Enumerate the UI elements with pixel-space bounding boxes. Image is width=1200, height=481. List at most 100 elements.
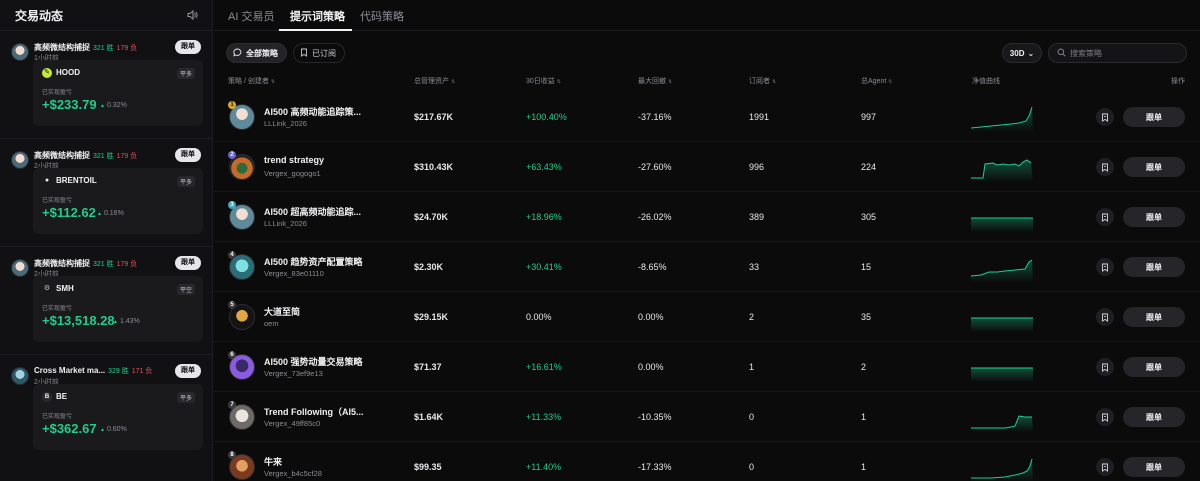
bookmark-button[interactable] xyxy=(1096,258,1114,276)
search-icon xyxy=(1057,48,1066,59)
subscribers-cell: 2 xyxy=(749,312,755,322)
pnl-value: +$362.67 xyxy=(42,421,97,436)
drawdown-cell: 0.00% xyxy=(638,362,664,372)
table-row[interactable]: 2 trend strategy Vergex_gogogo1 $310.43K +63… xyxy=(214,142,1200,192)
follow-button[interactable]: 跟单 xyxy=(1123,157,1185,177)
creator-name: LLLink_2026 xyxy=(264,219,307,228)
column-header-nav-curve: 净值曲线 xyxy=(972,78,1000,85)
period-select[interactable]: 30D ⌄ xyxy=(1002,43,1042,63)
speaker-icon[interactable] xyxy=(186,9,198,21)
bookmark-icon xyxy=(1102,463,1108,472)
return-cell: +16.61% xyxy=(526,362,562,372)
bookmark-button[interactable] xyxy=(1096,108,1114,126)
follow-button[interactable]: 跟单 xyxy=(175,256,201,270)
agents-cell: 997 xyxy=(861,112,877,122)
follow-button[interactable]: 跟单 xyxy=(1123,307,1185,327)
column-header-agents[interactable]: 总Agent ⇅ xyxy=(861,76,893,86)
trade-strategy-name[interactable]: Cross Market ma... 329 胜 171 负 xyxy=(34,366,152,376)
bookmark-button[interactable] xyxy=(1096,158,1114,176)
win-count: 321 胜 xyxy=(93,45,114,52)
nav-curve-area xyxy=(971,107,1033,132)
nav-curve-sparkline xyxy=(971,106,1033,132)
follow-button[interactable]: 跟单 xyxy=(1123,457,1185,477)
follow-button[interactable]: 跟单 xyxy=(175,148,201,162)
sort-icon: ⇅ xyxy=(270,79,276,85)
trade-strategy-name[interactable]: 高频微结构捕捉 321 胜 179 负 xyxy=(34,42,137,53)
search-box[interactable] xyxy=(1048,43,1187,63)
trade-card[interactable]: B BE 平多 已实现盈亏 +$362.67 ▲ 0.60% xyxy=(33,384,203,450)
sort-icon: ⇅ xyxy=(668,79,673,85)
creator-name: Vergex_73ef9e13 xyxy=(264,369,323,378)
strategy-name[interactable]: trend strategy xyxy=(264,155,324,165)
drawdown-cell: -26.02% xyxy=(638,212,672,222)
table-row[interactable]: 8 牛来 Vergex_b4c5cf28 $99.35 +11.40% -17.33% 0 1… xyxy=(214,442,1200,481)
follow-button[interactable]: 跟单 xyxy=(1123,357,1185,377)
win-count: 321 胜 xyxy=(93,261,114,268)
filter-all-button[interactable]: 全部策略 xyxy=(226,43,287,63)
filter-subscribed-button[interactable]: 已订阅 xyxy=(293,43,345,63)
trade-card[interactable]: ⚙ SMH 平空 已实现盈亏 +$13,518.28 ▲ 1.43% xyxy=(33,276,203,342)
follow-button[interactable]: 跟单 xyxy=(1123,207,1185,227)
follow-button[interactable]: 跟单 xyxy=(1123,407,1185,427)
search-input[interactable] xyxy=(1070,48,1180,58)
trade-strategy-name[interactable]: 高频微结构捕捉 321 胜 179 负 xyxy=(34,150,137,161)
nav-curve-sparkline xyxy=(971,259,1033,282)
trade-item[interactable]: Cross Market ma... 329 胜 171 负 2小时前 跟单 B B… xyxy=(0,354,212,462)
strategy-name[interactable]: AI500 高频动能追踪策... xyxy=(264,105,361,118)
avatar[interactable] xyxy=(11,43,29,61)
trade-strategy-name[interactable]: 高频微结构捕捉 321 胜 179 负 xyxy=(34,258,137,269)
aum-cell: $71.37 xyxy=(414,362,442,372)
aum-cell: $1.64K xyxy=(414,412,444,422)
follow-button[interactable]: 跟单 xyxy=(1123,107,1185,127)
subscribers-cell: 0 xyxy=(749,462,755,472)
trade-item[interactable]: 高频微结构捕捉 321 胜 179 负 2小时前 跟单 ⚙ SMH 平空 已实现盈亏… xyxy=(0,246,212,354)
follow-button[interactable]: 跟单 xyxy=(1123,257,1185,277)
agents-cell: 1 xyxy=(861,462,867,472)
hood-icon: ✎ xyxy=(42,68,52,78)
tab-ai-trader[interactable]: AI 交易员 xyxy=(228,8,274,24)
avatar[interactable] xyxy=(11,367,29,385)
table-row[interactable]: 4 AI500 趋势资产配置策略 Vergex_83e01110 $2.30K +30.… xyxy=(214,242,1200,292)
bookmark-button[interactable] xyxy=(1096,308,1114,326)
bookmark-icon xyxy=(1102,113,1108,122)
table-row[interactable]: 6 AI500 强势动量交易策略 Vergex_73ef9e13 $71.37 +16.… xyxy=(214,342,1200,392)
strategy-name[interactable]: Trend Following（AI5... xyxy=(264,405,364,418)
column-header-30d-return[interactable]: 30日收益 ⇅ xyxy=(526,76,561,86)
strategy-name[interactable]: 牛来 xyxy=(264,455,282,468)
column-label: 最大回撤 xyxy=(638,78,666,85)
bookmark-icon xyxy=(300,48,308,59)
bookmark-button[interactable] xyxy=(1096,358,1114,376)
bookmark-button[interactable] xyxy=(1096,208,1114,226)
strategy-name[interactable]: 大道至简 xyxy=(264,305,300,318)
strategy-name[interactable]: AI500 超高频动能追踪... xyxy=(264,205,361,218)
strategy-name[interactable]: AI500 强势动量交易策略 xyxy=(264,355,363,368)
table-row[interactable]: 1 AI500 高频动能追踪策... LLLink_2026 $217.67K +100… xyxy=(214,92,1200,142)
strategy-name[interactable]: AI500 趋势资产配置策略 xyxy=(264,255,363,268)
side-badge: 平空 xyxy=(176,284,195,295)
trade-item[interactable]: 高频微结构捕捉 321 胜 179 负 2小时前 跟单 ● BRENTOIL 平多 … xyxy=(0,138,212,246)
table-row[interactable]: 3 AI500 超高频动能追踪... LLLink_2026 $24.70K +18.9… xyxy=(214,192,1200,242)
bookmark-icon xyxy=(1102,263,1108,272)
trade-item[interactable]: 高频微结构捕捉 321 胜 179 负 1小时前 跟单 ✎ HOOD 平多 已实现盈… xyxy=(0,30,212,138)
avatar[interactable] xyxy=(11,259,29,277)
bookmark-button[interactable] xyxy=(1096,408,1114,426)
follow-button[interactable]: 跟单 xyxy=(175,40,201,54)
subscribers-cell: 389 xyxy=(749,212,765,222)
tab-code-strategy[interactable]: 代码策略 xyxy=(360,8,404,24)
table-row[interactable]: 5 大道至简 oem $29.15K 0.00% 0.00% 2 35 跟单 xyxy=(214,292,1200,342)
trade-card[interactable]: ● BRENTOIL 平多 已实现盈亏 +$112.62 ▲ 0.16% xyxy=(33,168,203,234)
drawdown-cell: -27.60% xyxy=(638,162,672,172)
follow-button[interactable]: 跟单 xyxy=(175,364,201,378)
bookmark-button[interactable] xyxy=(1096,458,1114,476)
sort-icon: ⇅ xyxy=(888,79,893,85)
column-header-max-drawdown[interactable]: 最大回撤 ⇅ xyxy=(638,76,672,86)
column-header-subscribers[interactable]: 订阅者 ⇅ xyxy=(749,76,776,86)
side-badge: 平多 xyxy=(176,392,195,403)
aum-cell: $217.67K xyxy=(414,112,454,122)
trade-card[interactable]: ✎ HOOD 平多 已实现盈亏 +$233.79 ▲ 0.32% xyxy=(33,60,203,126)
column-header-strategy[interactable]: 策略 / 创建者 ⇅ xyxy=(228,76,275,86)
table-row[interactable]: 7 Trend Following（AI5... Vergex_49ff85c0 $1… xyxy=(214,392,1200,442)
column-header-aum[interactable]: 总管理资产 ⇅ xyxy=(414,76,455,86)
tab-prompt-strategy[interactable]: 提示词策略 xyxy=(290,8,345,24)
avatar[interactable] xyxy=(11,151,29,169)
